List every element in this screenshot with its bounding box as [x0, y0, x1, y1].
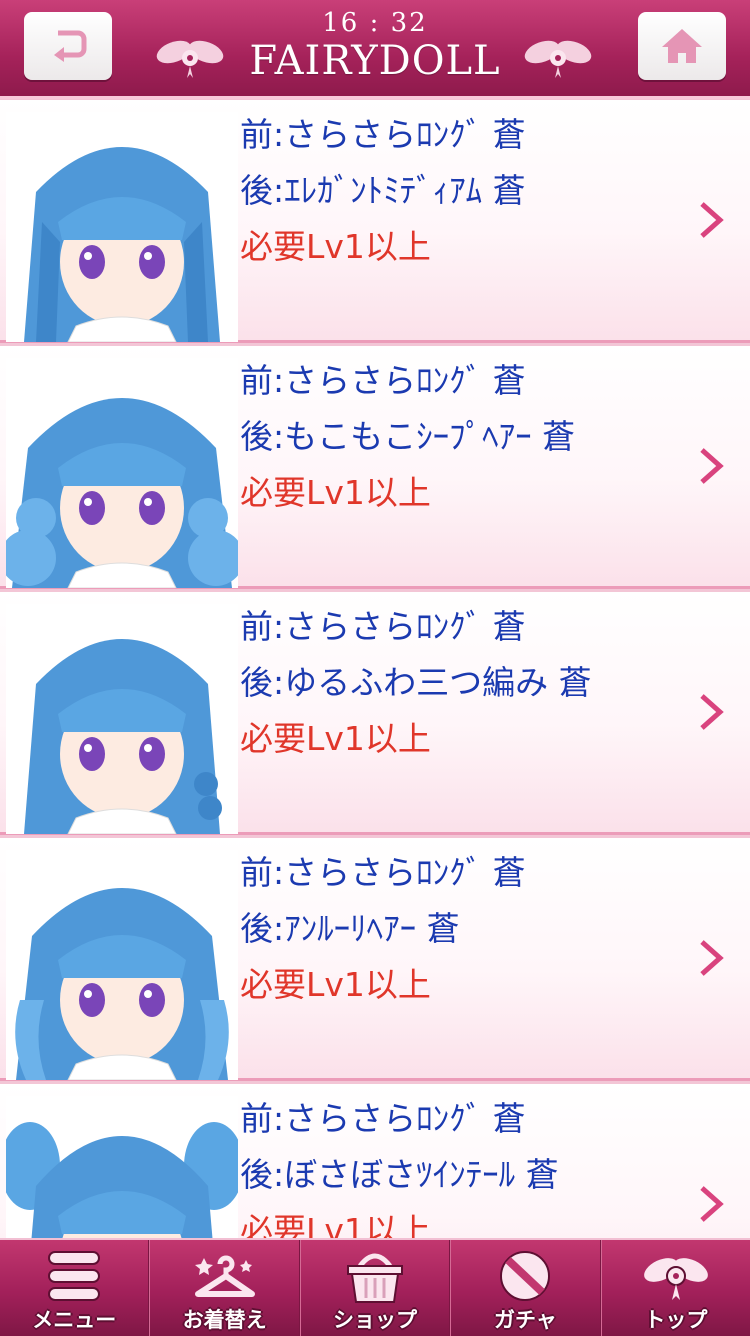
- bottom-navigation: メニュー お着替え ショップ ガチャ トップ: [0, 1238, 750, 1336]
- before-style-text: 前:さらさらﾛﾝｸﾞ 蒼: [240, 1099, 526, 1138]
- before-style-text: 前:さらさらﾛﾝｸﾞ 蒼: [240, 115, 526, 154]
- chevron-right-icon: [700, 202, 724, 238]
- character-thumbnail: [6, 604, 238, 834]
- list-item[interactable]: 前:さらさらﾛﾝｸﾞ 蒼 後:ぼさぼさﾂｲﾝﾃｰﾙ 蒼 必要Lv1以上: [0, 1084, 750, 1238]
- nav-menu-label: メニュー: [32, 1308, 117, 1332]
- list-item[interactable]: 前:さらさらﾛﾝｸﾞ 蒼 後:ｴﾚｶﾞﾝﾄﾐﾃﾞｨｱﾑ 蒼 必要Lv1以上: [0, 100, 750, 343]
- level-requirement-text: 必要Lv1以上: [240, 227, 431, 266]
- character-thumbnail: [6, 1096, 238, 1238]
- nav-menu-button[interactable]: メニュー: [0, 1240, 150, 1336]
- nav-shop-label: ショップ: [333, 1308, 418, 1332]
- before-style-text: 前:さらさらﾛﾝｸﾞ 蒼: [240, 361, 526, 400]
- chevron-right-icon: [700, 940, 724, 976]
- home-button[interactable]: [638, 12, 726, 80]
- list-item[interactable]: 前:さらさらﾛﾝｸﾞ 蒼 後:もこもこｼｰﾌﾟﾍｱｰ 蒼 必要Lv1以上: [0, 346, 750, 589]
- chevron-right-icon: [700, 448, 724, 484]
- app-header: 16 : 32 FAIRYDOLL: [0, 0, 750, 99]
- before-style-text: 前:さらさらﾛﾝｸﾞ 蒼: [240, 607, 526, 646]
- after-style-text: 後:もこもこｼｰﾌﾟﾍｱｰ 蒼: [240, 417, 576, 456]
- nav-dressup-button[interactable]: お着替え: [149, 1240, 300, 1336]
- gacha-icon: [500, 1251, 551, 1301]
- after-style-text: 後:ｱﾝﾙｰﾘﾍｱｰ 蒼: [240, 909, 460, 948]
- menu-icon: [48, 1251, 101, 1301]
- after-style-text: 後:ゆるふわ三つ編み 蒼: [240, 663, 592, 702]
- character-thumbnail: [6, 112, 238, 342]
- fairy-icon: [643, 1258, 708, 1300]
- hanger-icon: [194, 1255, 255, 1297]
- after-style-text: 後:ぼさぼさﾂｲﾝﾃｰﾙ 蒼: [240, 1155, 559, 1194]
- fairy-ornament-icon: [524, 40, 592, 78]
- level-requirement-text: 必要Lv1以上: [240, 473, 431, 512]
- list-item[interactable]: 前:さらさらﾛﾝｸﾞ 蒼 後:ｱﾝﾙｰﾘﾍｱｰ 蒼 必要Lv1以上: [0, 838, 750, 1081]
- after-style-text: 後:ｴﾚｶﾞﾝﾄﾐﾃﾞｨｱﾑ 蒼: [240, 171, 526, 210]
- home-icon: [662, 29, 702, 63]
- list-item[interactable]: 前:さらさらﾛﾝｸﾞ 蒼 後:ゆるふわ三つ編み 蒼 必要Lv1以上: [0, 592, 750, 835]
- level-requirement-text: 必要Lv1以上: [240, 719, 431, 758]
- character-thumbnail: [6, 358, 238, 588]
- nav-shop-button[interactable]: ショップ: [299, 1240, 451, 1336]
- character-thumbnail: [6, 850, 238, 1080]
- nav-top-label: トップ: [644, 1308, 708, 1332]
- basket-icon: [347, 1253, 404, 1303]
- chevron-right-icon: [700, 1186, 724, 1222]
- level-requirement-text: 必要Lv1以上: [240, 1211, 431, 1238]
- nav-dressup-label: お着替え: [182, 1308, 267, 1332]
- nav-gacha-button[interactable]: ガチャ: [450, 1240, 601, 1336]
- chevron-right-icon: [700, 694, 724, 730]
- hairstyle-list: 前:さらさらﾛﾝｸﾞ 蒼 後:ｴﾚｶﾞﾝﾄﾐﾃﾞｨｱﾑ 蒼 必要Lv1以上 前:…: [0, 100, 750, 1238]
- nav-gacha-label: ガチャ: [494, 1308, 557, 1332]
- before-style-text: 前:さらさらﾛﾝｸﾞ 蒼: [240, 853, 526, 892]
- nav-top-button[interactable]: トップ: [600, 1240, 750, 1336]
- level-requirement-text: 必要Lv1以上: [240, 965, 431, 1004]
